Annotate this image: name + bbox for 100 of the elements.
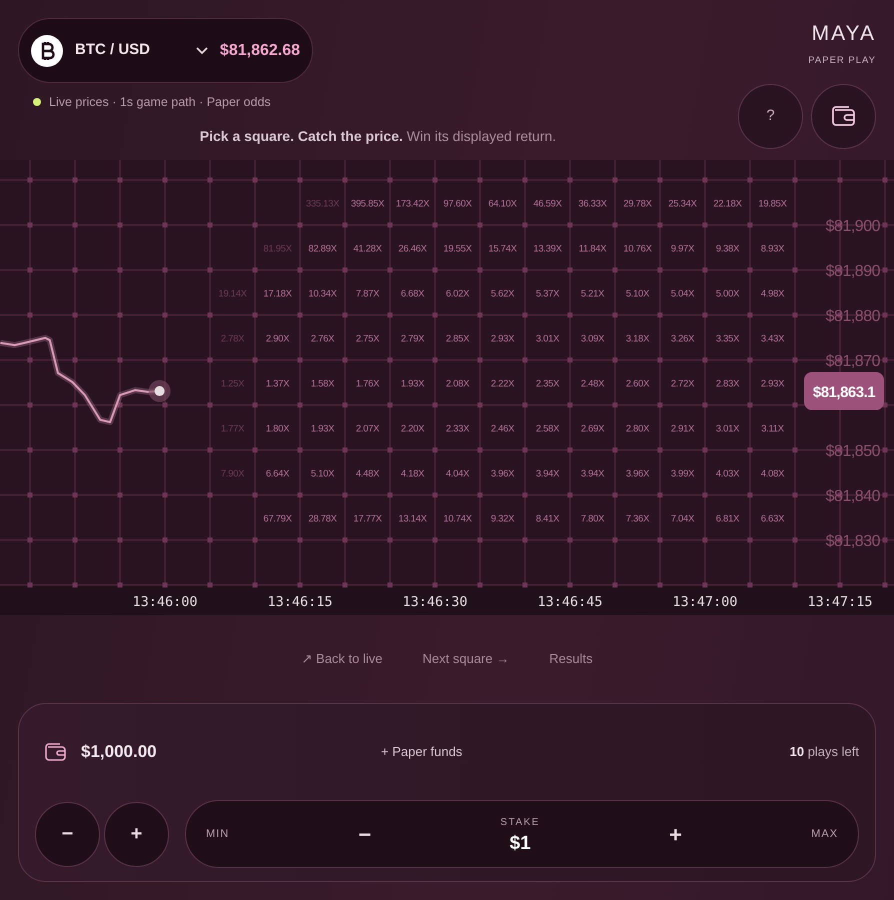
odds-cell[interactable]: 17.18X bbox=[263, 288, 292, 300]
increase-button[interactable]: + bbox=[104, 802, 169, 866]
odds-cell[interactable]: 2.58X bbox=[536, 424, 560, 434]
pair-selector[interactable]: BTC / USD $81,862.68 bbox=[18, 18, 313, 83]
nav-link[interactable]: ↗ Back to live bbox=[301, 649, 383, 669]
odds-cell[interactable]: 7.36X bbox=[626, 514, 650, 524]
odds-cell[interactable]: 1.93X bbox=[310, 424, 334, 434]
odds-cell[interactable]: 19.85X bbox=[758, 198, 787, 210]
odds-cell[interactable]: 9.32X bbox=[490, 514, 514, 524]
odds-cell[interactable]: 15.74X bbox=[488, 244, 517, 254]
odds-cell[interactable]: 3.99X bbox=[670, 468, 694, 480]
odds-cell[interactable]: 1.76X bbox=[356, 378, 380, 390]
odds-cell[interactable]: 6.63X bbox=[760, 514, 784, 524]
odds-cell[interactable]: 3.94X bbox=[536, 468, 560, 480]
odds-cell[interactable]: 2.60X bbox=[626, 378, 650, 390]
odds-cell[interactable]: 8.41X bbox=[536, 514, 560, 524]
odds-cell[interactable]: 3.11X bbox=[761, 424, 784, 434]
odds-cell[interactable]: 2.08X bbox=[446, 378, 470, 390]
odds-cell[interactable]: 2.69X bbox=[580, 424, 604, 434]
odds-cell[interactable]: 28.78X bbox=[308, 514, 337, 524]
odds-cell[interactable]: 3.96X bbox=[490, 468, 514, 480]
odds-cell[interactable]: 8.93X bbox=[760, 244, 784, 254]
odds-cell[interactable]: 5.62X bbox=[490, 288, 514, 300]
odds-cell[interactable]: 2.80X bbox=[626, 424, 650, 434]
odds-cell[interactable]: 3.35X bbox=[716, 334, 740, 344]
odds-cell[interactable]: 2.79X bbox=[400, 334, 424, 344]
stake-increase-button[interactable]: + bbox=[669, 818, 682, 850]
odds-cell[interactable]: 4.18X bbox=[400, 468, 424, 480]
odds-cell[interactable]: 4.04X bbox=[446, 468, 470, 480]
odds-cell[interactable]: 10.76X bbox=[623, 244, 652, 254]
odds-cell[interactable]: 97.60X bbox=[443, 198, 472, 210]
odds-cell[interactable]: 36.33X bbox=[578, 198, 607, 210]
stake-decrease-button[interactable]: − bbox=[358, 818, 372, 850]
odds-cell[interactable]: 82.89X bbox=[308, 244, 337, 254]
odds-cell[interactable]: 2.20X bbox=[400, 424, 424, 434]
odds-cell[interactable]: 3.01X bbox=[536, 334, 560, 344]
odds-cell[interactable]: 5.00X bbox=[716, 288, 740, 300]
odds-cell[interactable]: 2.75X bbox=[356, 334, 380, 344]
odds-cell[interactable]: 2.83X bbox=[716, 378, 740, 390]
odds-cell[interactable]: 9.97X bbox=[670, 244, 694, 254]
odds-cell[interactable]: 13.39X bbox=[533, 244, 562, 254]
help-button[interactable]: ? bbox=[738, 84, 803, 149]
odds-cell[interactable]: 9.38X bbox=[716, 244, 740, 254]
odds-cell[interactable]: 5.21X bbox=[580, 288, 604, 300]
odds-cell[interactable]: 4.98X bbox=[760, 288, 784, 300]
odds-cell[interactable]: 2.72X bbox=[670, 378, 694, 390]
odds-cell[interactable]: 173.42X bbox=[396, 198, 430, 210]
odds-cell[interactable]: 2.48X bbox=[580, 378, 604, 390]
odds-cell[interactable]: 3.01X bbox=[716, 424, 740, 434]
odds-cell[interactable]: 3.94X bbox=[580, 468, 604, 480]
odds-cell[interactable]: 1.58X bbox=[310, 378, 334, 390]
odds-cell[interactable]: 22.18X bbox=[713, 198, 742, 210]
odds-cell[interactable]: 1.37X bbox=[266, 378, 290, 390]
odds-cell[interactable]: 2.90X bbox=[266, 334, 290, 344]
odds-cell[interactable]: 2.46X bbox=[490, 424, 514, 434]
odds-cell[interactable]: 5.04X bbox=[670, 288, 694, 300]
nav-link[interactable]: Next square → bbox=[422, 649, 510, 669]
odds-cell[interactable]: 1.93X bbox=[400, 378, 424, 390]
odds-cell[interactable]: 6.68X bbox=[400, 288, 424, 300]
odds-cell[interactable]: 3.18X bbox=[626, 334, 650, 344]
odds-cell[interactable]: 13.14X bbox=[398, 514, 427, 524]
odds-cell[interactable]: 2.35X bbox=[536, 378, 560, 390]
min-button[interactable]: MIN bbox=[206, 826, 230, 842]
odds-cell[interactable]: 4.48X bbox=[356, 468, 380, 480]
odds-cell[interactable]: 3.43X bbox=[760, 334, 784, 344]
odds-cell[interactable]: 6.02X bbox=[446, 288, 470, 300]
decrease-button[interactable]: − bbox=[35, 802, 100, 866]
odds-cell[interactable]: 5.37X bbox=[536, 288, 560, 300]
odds-cell[interactable]: 7.80X bbox=[580, 514, 604, 524]
odds-cell[interactable]: 4.08X bbox=[760, 468, 784, 480]
odds-cell[interactable]: 67.79X bbox=[263, 514, 292, 524]
odds-cell[interactable]: 29.78X bbox=[623, 198, 652, 210]
odds-cell[interactable]: 2.93X bbox=[760, 378, 784, 390]
add-funds-link[interactable]: + Paper funds bbox=[381, 742, 462, 762]
odds-cell[interactable]: 3.09X bbox=[580, 334, 604, 344]
odds-cell[interactable]: 5.10X bbox=[310, 468, 334, 480]
odds-cell[interactable]: 64.10X bbox=[488, 198, 517, 210]
odds-cell[interactable]: 2.91X bbox=[670, 424, 694, 434]
odds-cell[interactable]: 5.10X bbox=[626, 288, 650, 300]
odds-cell[interactable]: 3.96X bbox=[626, 468, 650, 480]
odds-cell[interactable]: 3.26X bbox=[670, 334, 694, 344]
odds-cell[interactable]: 10.34X bbox=[308, 288, 337, 300]
odds-cell[interactable]: 2.85X bbox=[446, 334, 470, 344]
odds-cell[interactable]: 10.74X bbox=[443, 514, 472, 524]
nav-link[interactable]: Results bbox=[549, 649, 593, 669]
odds-cell[interactable]: 6.64X bbox=[266, 468, 290, 480]
odds-cell[interactable]: 41.28X bbox=[353, 244, 382, 254]
odds-cell[interactable]: 2.22X bbox=[490, 378, 514, 390]
odds-cell[interactable]: 4.03X bbox=[716, 468, 740, 480]
odds-cell[interactable]: 17.77X bbox=[353, 514, 382, 524]
odds-cell[interactable]: 7.04X bbox=[670, 514, 694, 524]
odds-cell[interactable]: 19.55X bbox=[443, 244, 472, 254]
odds-cell[interactable]: 6.81X bbox=[716, 514, 740, 524]
odds-cell[interactable]: 46.59X bbox=[533, 198, 562, 210]
odds-cell[interactable]: 1.80X bbox=[266, 424, 290, 434]
odds-cell[interactable]: 2.76X bbox=[310, 334, 334, 344]
odds-cell[interactable]: 26.46X bbox=[398, 244, 427, 254]
odds-cell[interactable]: 7.87X bbox=[356, 288, 380, 300]
odds-cell[interactable]: 2.07X bbox=[356, 424, 380, 434]
odds-cell[interactable]: 395.85X bbox=[350, 198, 384, 210]
